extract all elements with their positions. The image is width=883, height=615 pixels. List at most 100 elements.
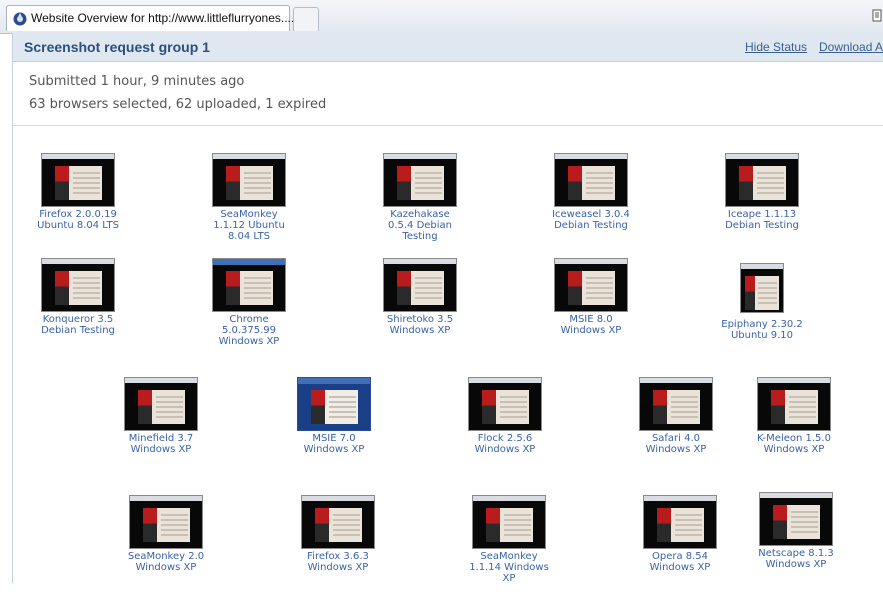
caption-line: Chrome	[229, 314, 269, 325]
screenshot-tile[interactable]: SeaMonkey 1.1.12 Ubuntu 8.04 LTS	[194, 153, 304, 273]
screenshot-tile[interactable]: Chrome 5.0.375.99 Windows XP	[194, 258, 304, 378]
caption-line: Flock 2.5.6	[477, 433, 533, 444]
caption-line: Windows XP	[649, 562, 711, 573]
screenshot-caption[interactable]: Epiphany 2.30.2 Ubuntu 9.10	[707, 319, 817, 341]
screenshot-tile[interactable]: Epiphany 2.30.2 Ubuntu 9.10	[707, 263, 817, 383]
caption-line: Konqueror 3.5	[42, 314, 114, 325]
screenshot-caption[interactable]: Iceweasel 3.0.4 Debian Testing	[536, 209, 646, 231]
screenshot-tile[interactable]: K-Meleon 1.5.0 Windows XP	[739, 377, 849, 497]
caption-line: Ubuntu 9.10	[730, 330, 794, 341]
screenshot-caption[interactable]: Chrome 5.0.375.99 Windows XP	[194, 314, 304, 347]
screenshot-caption[interactable]: Minefield 3.7 Windows XP	[106, 433, 216, 455]
screenshot-thumbnail[interactable]	[383, 153, 457, 207]
screenshot-thumbnail[interactable]	[41, 258, 115, 312]
screenshot-tile[interactable]: Netscape 8.1.3 Windows XP	[741, 492, 851, 612]
screenshot-tile[interactable]: MSIE 8.0 Windows XP	[536, 258, 646, 378]
screenshot-caption[interactable]: Netscape 8.1.3 Windows XP	[741, 548, 851, 570]
caption-line: Firefox 2.0.0.19	[39, 209, 117, 220]
results-panel: Screenshot request group 1 Hide Status D…	[12, 33, 883, 584]
screenshot-tile[interactable]: Firefox 2.0.0.19 Ubuntu 8.04 LTS	[23, 153, 133, 273]
caption-line: Iceape 1.1.13	[727, 209, 797, 220]
screenshot-thumbnail[interactable]	[301, 495, 375, 549]
screenshot-caption[interactable]: MSIE 8.0 Windows XP	[536, 314, 646, 336]
screenshot-thumbnail[interactable]	[41, 153, 115, 207]
screenshot-tile[interactable]: MSIE 7.0 Windows XP	[279, 377, 389, 497]
screenshot-caption[interactable]: Iceape 1.1.13 Debian Testing	[707, 209, 817, 231]
screenshot-thumbnail[interactable]	[468, 377, 542, 431]
screenshot-tile[interactable]: Iceape 1.1.13 Debian Testing	[707, 153, 817, 273]
screenshot-caption[interactable]: Opera 8.54 Windows XP	[625, 551, 735, 573]
caption-line: Epiphany 2.30.2	[721, 319, 803, 330]
caption-line: MSIE 7.0	[312, 433, 356, 444]
page-menu-icon[interactable]	[872, 8, 883, 24]
screenshot-thumbnail[interactable]	[297, 377, 371, 431]
screenshot-thumbnail[interactable]	[639, 377, 713, 431]
screenshot-tile[interactable]: Kazehakase 0.5.4 Debian Testing	[365, 153, 475, 273]
caption-line: SeaMonkey 2.0	[127, 551, 205, 562]
group-title: Screenshot request group 1	[24, 39, 210, 55]
screenshot-thumbnail[interactable]	[740, 263, 784, 313]
screenshot-thumbnail[interactable]	[759, 492, 833, 546]
screenshot-caption[interactable]: K-Meleon 1.5.0 Windows XP	[739, 433, 849, 455]
screenshot-caption[interactable]: Shiretoko 3.5 Windows XP	[365, 314, 475, 336]
screenshot-caption[interactable]: SeaMonkey 1.1.12 Ubuntu 8.04 LTS	[194, 209, 304, 242]
caption-line: Ubuntu 8.04 LTS	[37, 220, 119, 231]
caption-line: Debian Testing	[41, 325, 115, 336]
new-tab-button[interactable]	[293, 7, 319, 31]
screenshot-thumbnail[interactable]	[212, 258, 286, 312]
screenshot-caption[interactable]: Konqueror 3.5 Debian Testing	[23, 314, 133, 336]
screenshot-tile[interactable]: Opera 8.54 Windows XP	[625, 495, 735, 615]
caption-line: Windows XP	[765, 559, 827, 570]
screenshot-tile[interactable]: Firefox 3.6.3 Windows XP	[283, 495, 393, 615]
caption-line: Netscape 8.1.3	[758, 548, 834, 559]
screenshot-tile[interactable]: Konqueror 3.5 Debian Testing	[23, 258, 133, 378]
caption-line: Windows XP	[389, 325, 451, 336]
screenshot-thumbnail[interactable]	[124, 377, 198, 431]
tab-title: Website Overview for http://www.littlefl…	[31, 11, 295, 25]
caption-line: XP	[502, 573, 516, 584]
caption-line: Windows XP	[474, 444, 536, 455]
screenshot-caption[interactable]: SeaMonkey 1.1.14 Windows XP	[454, 551, 564, 584]
caption-line: 1.1.14 Windows	[469, 562, 549, 573]
screenshot-thumbnail[interactable]	[212, 153, 286, 207]
caption-line: Windows XP	[303, 444, 365, 455]
screenshot-tile[interactable]: Shiretoko 3.5 Windows XP	[365, 258, 475, 378]
screenshot-tile[interactable]: Minefield 3.7 Windows XP	[106, 377, 216, 497]
divider	[13, 125, 883, 126]
screenshot-thumbnail[interactable]	[725, 153, 799, 207]
screenshot-thumbnail[interactable]	[554, 258, 628, 312]
caption-line: Windows XP	[135, 562, 197, 573]
hide-status-link[interactable]: Hide Status	[745, 40, 807, 54]
screenshot-caption[interactable]: SeaMonkey 2.0 Windows XP	[111, 551, 221, 573]
screenshot-tile[interactable]: SeaMonkey 2.0 Windows XP	[111, 495, 221, 615]
caption-line: Iceweasel 3.0.4	[552, 209, 630, 220]
caption-line: SeaMonkey	[220, 209, 278, 220]
screenshot-thumbnail[interactable]	[383, 258, 457, 312]
screenshot-caption[interactable]: Firefox 3.6.3 Windows XP	[283, 551, 393, 573]
caption-line: Debian Testing	[554, 220, 628, 231]
screenshot-caption[interactable]: Kazehakase 0.5.4 Debian Testing	[365, 209, 475, 242]
browser-tab[interactable]: Website Overview for http://www.littlefl…	[6, 5, 294, 31]
screenshot-caption[interactable]: Safari 4.0 Windows XP	[621, 433, 731, 455]
screenshot-thumbnail[interactable]	[757, 377, 831, 431]
screenshot-tile[interactable]: Iceweasel 3.0.4 Debian Testing	[536, 153, 646, 273]
caption-line: MSIE 8.0	[569, 314, 613, 325]
caption-line: Firefox 3.6.3	[307, 551, 369, 562]
screenshot-caption[interactable]: Flock 2.5.6 Windows XP	[450, 433, 560, 455]
screenshot-tile[interactable]: Safari 4.0 Windows XP	[621, 377, 731, 497]
screenshot-thumbnail[interactable]	[554, 153, 628, 207]
screenshot-thumbnail[interactable]	[472, 495, 546, 549]
caption-line: Debian Testing	[725, 220, 799, 231]
submitted-time: Submitted 1 hour, 9 minutes ago	[29, 74, 245, 89]
browser-tab-bar: Website Overview for http://www.littlefl…	[0, 0, 883, 34]
screenshot-tile[interactable]: Flock 2.5.6 Windows XP	[450, 377, 560, 497]
screenshot-tile[interactable]: SeaMonkey 1.1.14 Windows XP	[454, 495, 564, 615]
screenshot-caption[interactable]: MSIE 7.0 Windows XP	[279, 433, 389, 455]
caption-line: 0.5.4 Debian	[387, 220, 453, 231]
screenshot-caption[interactable]: Firefox 2.0.0.19 Ubuntu 8.04 LTS	[23, 209, 133, 231]
group-header: Screenshot request group 1 Hide Status D…	[13, 33, 883, 62]
screenshot-thumbnail[interactable]	[129, 495, 203, 549]
screenshot-thumbnail[interactable]	[643, 495, 717, 549]
caption-line: 8.04 LTS	[227, 231, 271, 242]
download-all-link[interactable]: Download Al	[819, 40, 883, 54]
